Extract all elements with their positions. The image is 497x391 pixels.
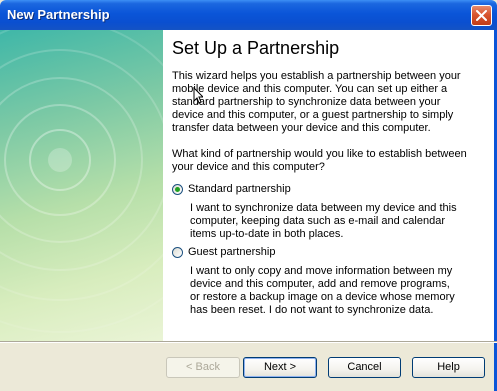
mouse-cursor-icon bbox=[193, 87, 203, 104]
page-title: Set Up a Partnership bbox=[172, 38, 340, 58]
guest-partnership-label[interactable]: Guest partnership bbox=[188, 246, 275, 259]
standard-partnership-label[interactable]: Standard partnership bbox=[188, 183, 291, 196]
radio-unchecked-icon[interactable] bbox=[172, 247, 183, 258]
wizard-content: Set Up a Partnership This wizard helps y… bbox=[163, 30, 494, 341]
guest-partnership-description: I want to only copy and move information… bbox=[190, 265, 455, 316]
window-title: New Partnership bbox=[7, 7, 110, 22]
standard-partnership-description: I want to synchronize data between my de… bbox=[190, 202, 457, 240]
question-text: What kind of partnership would you like … bbox=[172, 148, 467, 173]
cancel-button[interactable]: Cancel bbox=[328, 357, 401, 378]
back-button[interactable]: < Back bbox=[166, 357, 240, 378]
button-separator bbox=[0, 341, 497, 343]
close-button[interactable] bbox=[471, 5, 492, 26]
close-icon bbox=[476, 10, 487, 21]
radio-checked-icon[interactable] bbox=[172, 184, 183, 195]
wizard-graphic-panel bbox=[0, 30, 163, 341]
title-bar[interactable]: New Partnership bbox=[0, 0, 497, 30]
help-button[interactable]: Help bbox=[412, 357, 485, 378]
wizard-swirl-graphic bbox=[0, 30, 163, 333]
new-partnership-window: New Partnership Set Up a Partnership Thi… bbox=[0, 0, 497, 391]
intro-text: This wizard helps you establish a partne… bbox=[172, 70, 461, 134]
next-button[interactable]: Next > bbox=[243, 357, 317, 378]
